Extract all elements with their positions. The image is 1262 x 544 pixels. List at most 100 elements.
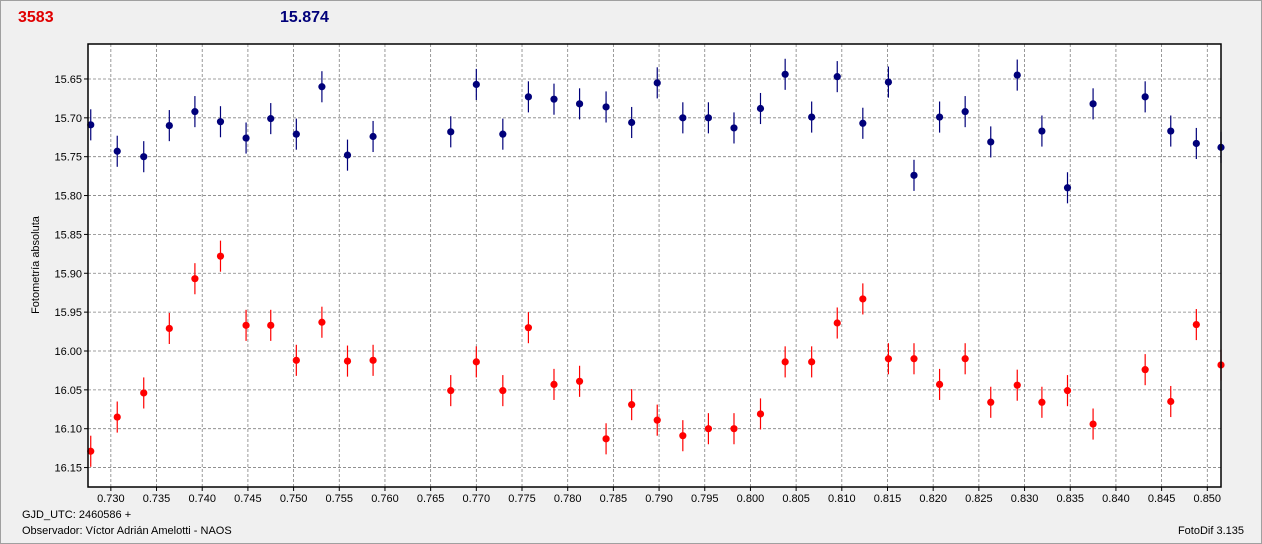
x-tick-label: 0.830 <box>1011 493 1039 505</box>
y-tick-label: 15.80 <box>54 191 82 203</box>
data-point <box>1089 420 1097 428</box>
x-tick-label: 0.800 <box>737 493 765 505</box>
data-point <box>910 355 918 363</box>
data-point <box>191 108 199 116</box>
data-point <box>113 413 121 421</box>
data-point <box>472 358 480 366</box>
y-tick-labels: 15.65 15.70 15.75 15.80 15.85 15.90 15.95 16.00… <box>54 74 82 475</box>
x-tick-label: 0.765 <box>417 493 445 505</box>
data-point <box>1192 320 1200 329</box>
data-point <box>1141 93 1149 101</box>
x-tick-label: 0.750 <box>280 493 308 505</box>
data-point <box>756 410 765 418</box>
data-point <box>1013 71 1021 79</box>
x-tick-label: 0.795 <box>691 493 719 505</box>
data-point <box>140 389 148 397</box>
y-tick-label: 15.65 <box>54 74 82 86</box>
data-point <box>499 387 507 395</box>
data-point <box>575 377 584 385</box>
data-point <box>756 104 765 113</box>
x-tick-label: 0.730 <box>97 493 125 505</box>
x-tick-labels: 0.730 0.735 0.740 0.745 0.750 0.755 0.760 0.765… <box>97 493 1221 505</box>
data-point <box>808 113 816 121</box>
data-point <box>602 103 610 111</box>
x-tick-label: 0.835 <box>1056 493 1084 505</box>
observer-label: Observador: Víctor Adrián Amelotti - NAO… <box>22 525 232 537</box>
software-version: FotoDif 3.135 <box>1177 525 1244 537</box>
data-point <box>704 425 713 433</box>
data-point <box>730 124 738 132</box>
data-point <box>1063 387 1072 395</box>
data-point <box>910 171 918 179</box>
data-point <box>447 128 455 136</box>
data-point <box>653 79 661 87</box>
data-point <box>781 70 789 78</box>
y-tick-label: 16.05 <box>54 385 82 397</box>
x-tick-label: 0.735 <box>143 493 171 505</box>
data-point <box>292 130 300 138</box>
x-tick-label: 0.755 <box>326 493 354 505</box>
x-tick-label: 0.780 <box>554 493 582 505</box>
data-point <box>704 114 713 122</box>
data-point <box>550 95 558 103</box>
data-point <box>165 122 173 130</box>
data-point <box>343 151 352 159</box>
data-point <box>859 295 867 303</box>
x-tick-label: 0.840 <box>1102 493 1130 505</box>
x-tick-label: 0.760 <box>371 493 399 505</box>
data-point <box>961 355 969 363</box>
data-point <box>1192 139 1200 148</box>
x-tick-label: 0.785 <box>600 493 628 505</box>
data-point <box>550 380 558 389</box>
x-tick-label: 0.740 <box>188 493 216 505</box>
x-tick-label: 0.790 <box>645 493 673 505</box>
data-point <box>1089 100 1097 108</box>
data-point <box>1038 127 1046 135</box>
data-point <box>1038 398 1046 406</box>
data-point <box>318 83 326 91</box>
data-point <box>292 356 300 364</box>
data-point <box>935 113 944 121</box>
data-point <box>216 252 225 260</box>
x-tick-label: 0.850 <box>1194 493 1222 505</box>
x-tick-label: 0.820 <box>919 493 947 505</box>
x-tick-label: 0.805 <box>782 493 810 505</box>
x-tick-label: 0.845 <box>1148 493 1176 505</box>
data-point <box>833 319 841 327</box>
data-point <box>628 118 636 127</box>
data-point <box>267 115 275 123</box>
x-tick-label: 0.815 <box>874 493 902 505</box>
data-point <box>653 416 661 424</box>
y-axis-label: Fotometría absoluta <box>30 215 42 314</box>
y-tick-label: 15.95 <box>54 307 82 319</box>
data-point <box>628 401 636 409</box>
x-tick-label: 0.775 <box>508 493 536 505</box>
data-point <box>575 100 584 108</box>
x-tick-label: 0.770 <box>463 493 491 505</box>
data-point <box>679 114 687 122</box>
data-point <box>884 355 893 363</box>
data-point <box>679 432 687 440</box>
data-point <box>1167 397 1175 406</box>
data-point <box>730 425 738 433</box>
data-point <box>781 358 789 366</box>
data-point <box>216 118 225 126</box>
data-point <box>318 318 326 326</box>
data-point <box>524 93 533 101</box>
data-point <box>242 321 250 329</box>
data-point <box>140 153 148 161</box>
gjd-label: GJD_UTC: 2460586 + <box>22 509 132 521</box>
data-point <box>859 119 867 127</box>
data-point <box>935 380 944 389</box>
data-point <box>1063 184 1072 192</box>
data-point <box>1013 381 1021 389</box>
data-point <box>369 356 377 364</box>
data-point <box>113 147 121 155</box>
y-tick-label: 16.00 <box>54 346 82 358</box>
data-point <box>343 357 352 365</box>
data-point <box>602 435 610 443</box>
y-tick-label: 15.85 <box>54 229 82 241</box>
data-point <box>267 321 275 329</box>
data-point <box>369 132 377 141</box>
data-point <box>472 80 480 89</box>
